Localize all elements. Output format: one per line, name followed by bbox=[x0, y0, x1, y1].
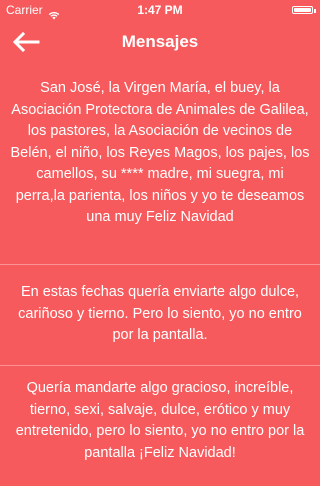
message-list: San José, la Virgen María, el buey, la A… bbox=[0, 64, 320, 486]
battery-nub bbox=[314, 9, 316, 13]
list-item[interactable]: En estas fechas quería enviarte algo dul… bbox=[0, 265, 320, 366]
status-time: 1:47 PM bbox=[137, 3, 183, 17]
list-item[interactable]: Quería mandarte algo gracioso, increíble… bbox=[0, 366, 320, 486]
status-bar: Carrier 1:47 PM bbox=[0, 0, 320, 20]
list-item[interactable]: San José, la Virgen María, el buey, la A… bbox=[0, 64, 320, 265]
navigation-bar: Mensajes bbox=[0, 20, 320, 64]
battery-icon bbox=[292, 6, 313, 14]
page-title: Mensajes bbox=[121, 32, 199, 51]
